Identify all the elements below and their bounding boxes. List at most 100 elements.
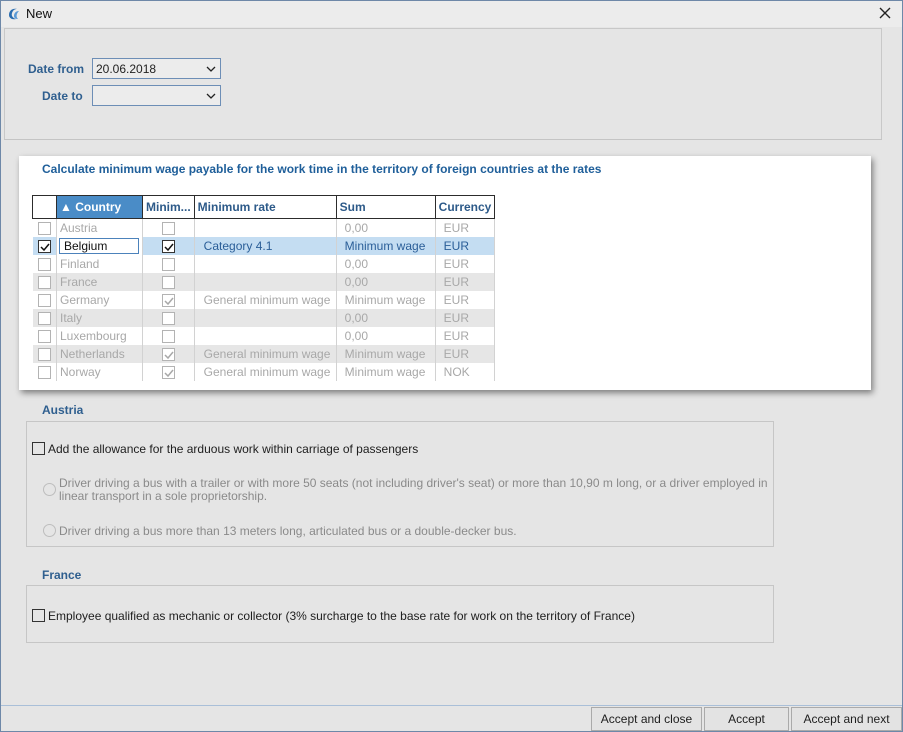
- minimum-rate-cell[interactable]: General minimum wage: [194, 362, 337, 381]
- row-select-cell[interactable]: [32, 236, 57, 255]
- minimum-checkbox[interactable]: [161, 365, 175, 379]
- minimum-rate-cell[interactable]: [194, 308, 337, 327]
- minimum-rate-column-header[interactable]: Minimum rate: [193, 195, 337, 219]
- minimum-rate-cell[interactable]: [194, 254, 337, 273]
- country-cell[interactable]: Luxembourg: [56, 326, 143, 345]
- minimum-checkbox[interactable]: [161, 293, 175, 307]
- currency-column-header[interactable]: Currency: [434, 195, 496, 219]
- accept-and-close-button[interactable]: Accept and close: [591, 707, 702, 731]
- row-select-checkbox[interactable]: [37, 275, 51, 289]
- currency-cell[interactable]: EUR: [435, 254, 496, 273]
- minimum-checkbox[interactable]: [161, 347, 175, 361]
- minimum-rate-cell[interactable]: [194, 326, 337, 345]
- country-cell[interactable]: Belgium: [56, 236, 143, 255]
- row-select-checkbox[interactable]: [37, 239, 51, 253]
- row-select-cell[interactable]: [32, 218, 57, 237]
- table-row[interactable]: France 0,00 EUR: [32, 272, 496, 291]
- table-row[interactable]: Italy 0,00 EUR: [32, 308, 496, 327]
- currency-cell[interactable]: EUR: [435, 218, 496, 237]
- minimum-cell[interactable]: [142, 362, 195, 381]
- row-select-checkbox[interactable]: [37, 293, 51, 307]
- minimum-rate-cell[interactable]: General minimum wage: [194, 344, 337, 363]
- france-mechanic-checkbox[interactable]: [32, 609, 45, 622]
- table-row[interactable]: Norway General minimum wage Minimum wage NO…: [32, 362, 496, 381]
- country-editor[interactable]: Belgium: [59, 237, 139, 254]
- minimum-checkbox[interactable]: [161, 221, 175, 235]
- austria-radio-trailer[interactable]: [43, 483, 56, 496]
- table-row[interactable]: Finland 0,00 EUR: [32, 254, 496, 273]
- row-select-cell[interactable]: [32, 308, 57, 327]
- minimum-checkbox[interactable]: [161, 275, 175, 289]
- currency-cell[interactable]: EUR: [435, 236, 496, 255]
- row-select-cell[interactable]: [32, 362, 57, 381]
- country-cell[interactable]: Germany: [56, 290, 143, 309]
- accept-button[interactable]: Accept: [704, 707, 789, 731]
- currency-cell[interactable]: EUR: [435, 344, 496, 363]
- row-select-checkbox[interactable]: [37, 329, 51, 343]
- minimum-cell[interactable]: [142, 344, 195, 363]
- currency-cell[interactable]: EUR: [435, 326, 496, 345]
- row-select-cell[interactable]: [32, 290, 57, 309]
- sum-cell[interactable]: 0,00: [336, 272, 436, 291]
- row-select-cell[interactable]: [32, 272, 57, 291]
- currency-cell[interactable]: NOK: [435, 362, 496, 381]
- country-column-header[interactable]: ▲ Country: [56, 195, 143, 219]
- table-row[interactable]: Netherlands General minimum wage Minimum w…: [32, 344, 496, 363]
- currency-cell[interactable]: EUR: [435, 272, 496, 291]
- chevron-down-icon[interactable]: [206, 64, 216, 74]
- table-row[interactable]: Germany General minimum wage Minimum wage E…: [32, 290, 496, 309]
- sum-cell[interactable]: 0,00: [336, 326, 436, 345]
- minimum-cell[interactable]: [142, 290, 195, 309]
- minimum-checkbox[interactable]: [161, 311, 175, 325]
- date-from-field[interactable]: 20.06.2018: [92, 58, 221, 79]
- sum-cell[interactable]: 0,00: [336, 218, 436, 237]
- currency-cell[interactable]: EUR: [435, 308, 496, 327]
- row-select-cell[interactable]: [32, 326, 57, 345]
- country-cell[interactable]: Italy: [56, 308, 143, 327]
- close-icon[interactable]: [876, 4, 894, 22]
- row-select-checkbox[interactable]: [37, 221, 51, 235]
- country-cell[interactable]: France: [56, 272, 143, 291]
- minimum-cell[interactable]: [142, 236, 195, 255]
- chevron-down-icon[interactable]: [206, 91, 216, 101]
- table-row[interactable]: Luxembourg 0,00 EUR: [32, 326, 496, 345]
- minimum-rate-cell[interactable]: [194, 218, 337, 237]
- sum-cell[interactable]: Minimum wage: [336, 344, 436, 363]
- sum-cell[interactable]: Minimum wage: [336, 362, 436, 381]
- minimum-cell[interactable]: [142, 308, 195, 327]
- table-row[interactable]: Austria 0,00 EUR: [32, 218, 496, 237]
- row-select-checkbox[interactable]: [37, 257, 51, 271]
- currency-cell[interactable]: EUR: [435, 290, 496, 309]
- minimum-cell[interactable]: [142, 272, 195, 291]
- select-column-header[interactable]: [32, 195, 57, 219]
- minimum-checkbox[interactable]: [161, 329, 175, 343]
- country-cell[interactable]: Netherlands: [56, 344, 143, 363]
- row-select-checkbox[interactable]: [37, 365, 51, 379]
- table-row[interactable]: Belgium Category 4.1 Minimum wage EUR: [32, 236, 496, 255]
- austria-radio-long-bus[interactable]: [43, 524, 56, 537]
- minimum-checkbox[interactable]: [161, 239, 175, 253]
- minimum-cell[interactable]: [142, 218, 195, 237]
- sum-cell[interactable]: 0,00: [336, 308, 436, 327]
- sum-column-header[interactable]: Sum: [335, 195, 436, 219]
- minimum-rate-cell[interactable]: Category 4.1: [194, 236, 337, 255]
- row-select-cell[interactable]: [32, 254, 57, 273]
- minimum-rate-cell[interactable]: General minimum wage: [194, 290, 337, 309]
- austria-allowance-checkbox[interactable]: [32, 442, 45, 455]
- minimum-cell[interactable]: [142, 326, 195, 345]
- sum-cell[interactable]: Minimum wage: [336, 236, 436, 255]
- row-select-cell[interactable]: [32, 344, 57, 363]
- row-select-checkbox[interactable]: [37, 347, 51, 361]
- row-select-checkbox[interactable]: [37, 311, 51, 325]
- country-cell[interactable]: Austria: [56, 218, 143, 237]
- country-cell[interactable]: Finland: [56, 254, 143, 273]
- minimum-checkbox[interactable]: [161, 257, 175, 271]
- sum-cell[interactable]: 0,00: [336, 254, 436, 273]
- minimum-cell[interactable]: [142, 254, 195, 273]
- accept-and-next-button[interactable]: Accept and next: [791, 707, 902, 731]
- country-cell[interactable]: Norway: [56, 362, 143, 381]
- sum-cell[interactable]: Minimum wage: [336, 290, 436, 309]
- minimum-rate-cell[interactable]: [194, 272, 337, 291]
- minimum-column-header[interactable]: Minim...: [142, 195, 195, 219]
- date-to-field[interactable]: [92, 85, 221, 106]
